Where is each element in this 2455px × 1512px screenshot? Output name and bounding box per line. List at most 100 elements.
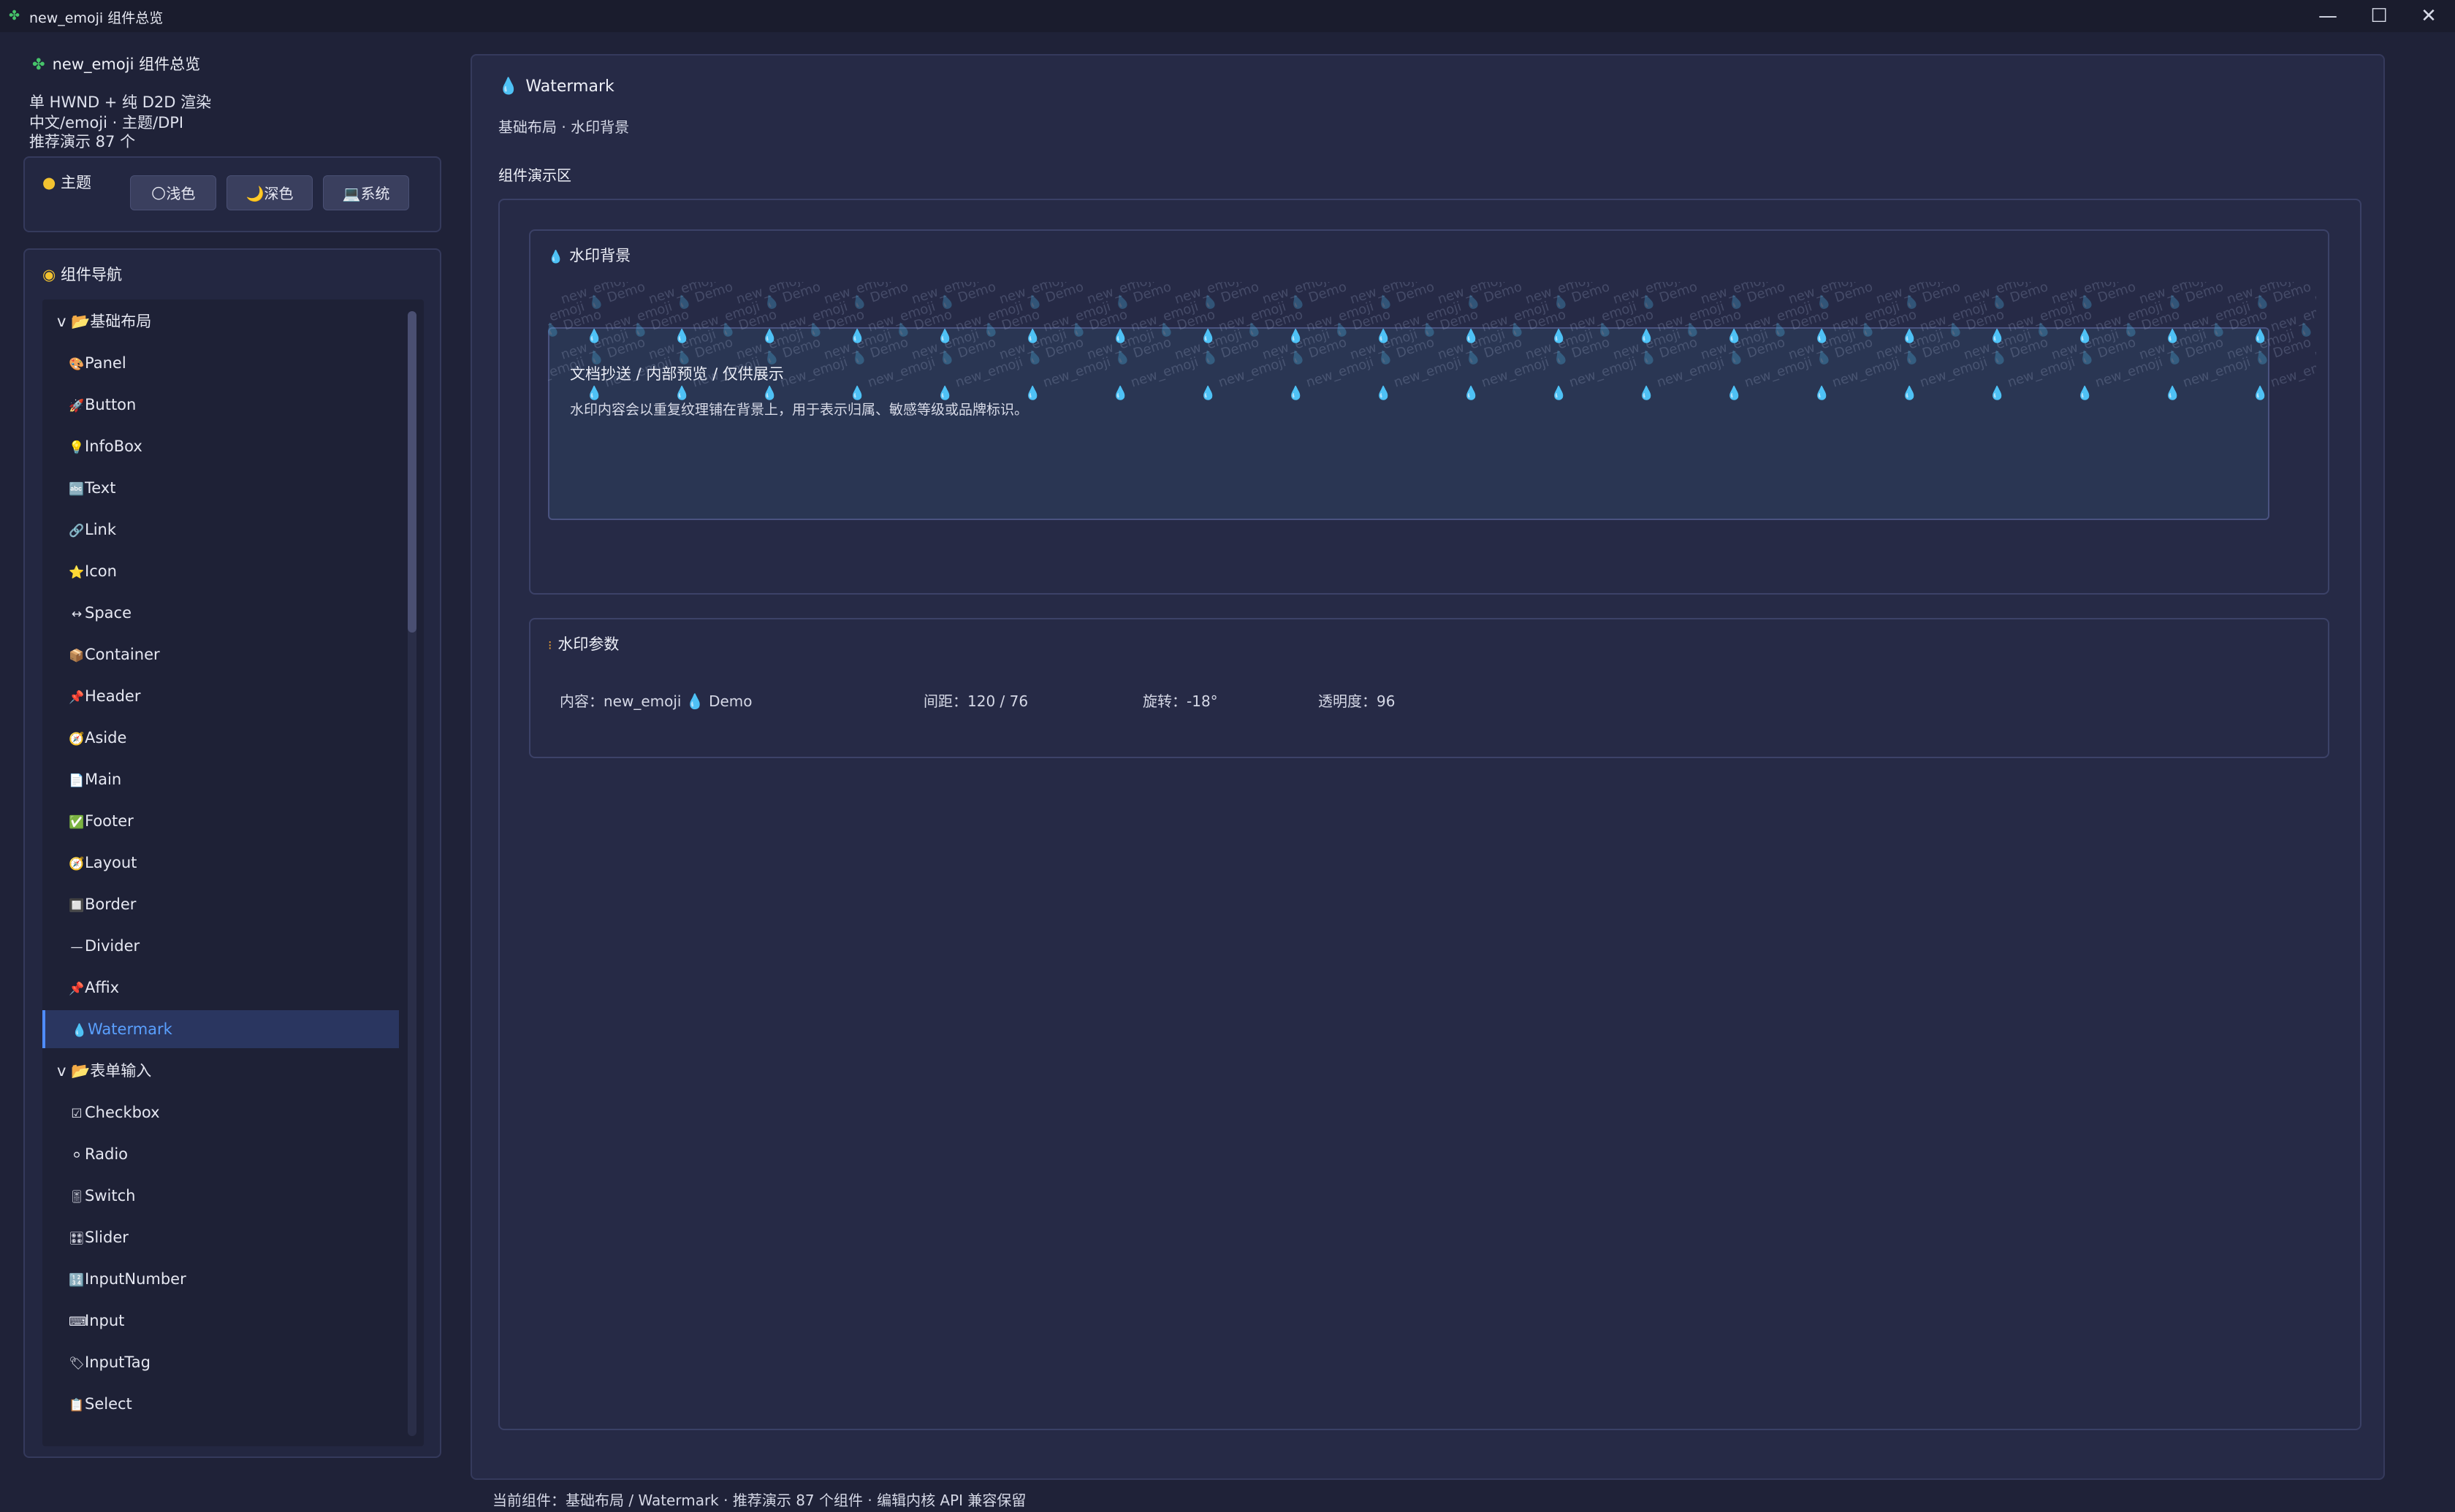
watermark-card-title: 💧 水印背景	[548, 244, 631, 266]
nav-item-slider[interactable]: 🎛Slider	[42, 1218, 399, 1256]
watermark-icon: 💧	[72, 1023, 88, 1038]
watermark-droplet-icon: 💧	[586, 328, 602, 344]
nav-item-label: Slider	[85, 1229, 129, 1246]
close-button[interactable]: ✕	[2407, 3, 2451, 29]
button-icon: 🚀	[69, 399, 85, 413]
nav-item-label: Aside	[85, 729, 127, 747]
nav-item-input[interactable]: ⌨Input	[42, 1302, 399, 1340]
nav-item-label: InputNumber	[85, 1270, 186, 1288]
nav-item-link[interactable]: 🔗Link	[42, 511, 399, 549]
nav-item-layout[interactable]: 🧭Layout	[42, 844, 399, 882]
watermark-droplet-icon: 💧	[1463, 328, 1479, 344]
droplet-icon: 💧	[498, 77, 519, 96]
nav-item-footer[interactable]: ✅Footer	[42, 802, 399, 840]
nav-item-label: Space	[85, 604, 132, 622]
param-rotation: 旋转：-18°	[1143, 692, 1218, 710]
maximize-button[interactable]: ☐	[2357, 3, 2401, 29]
nav-item-button[interactable]: 🚀Button	[42, 386, 399, 424]
nav-item-label: Switch	[85, 1187, 136, 1204]
nav-item-switch[interactable]: 🎚Switch	[42, 1177, 399, 1215]
nav-item-aside[interactable]: 🧭Aside	[42, 719, 399, 757]
nav-item-space[interactable]: ↔ Space	[42, 594, 399, 632]
watermark-droplet-icon: 💧	[1813, 328, 1830, 344]
watermark-droplet-icon: 💧	[1287, 385, 1303, 401]
theme-light-button[interactable]: 🌕浅色	[130, 175, 216, 210]
watermark-droplet-icon: 💧	[1726, 385, 1742, 401]
nav-group-label: v 📂表单输入	[57, 1062, 152, 1080]
theme-system-label: 系统	[360, 185, 390, 202]
text-icon: 🔤	[69, 482, 85, 497]
watermark-card-title-text: 水印背景	[569, 247, 631, 264]
watermark-droplet-icon: 💧	[1989, 328, 2005, 344]
watermark-card: 💧 水印背景 文档抄送 / 内部预览 / 仅供展示 水印内容会以重复纹理铺在背景上…	[529, 229, 2329, 595]
watermark-droplet-icon: 💧	[1024, 385, 1040, 401]
space-icon: ↔	[71, 607, 83, 622]
link-icon: 🔗	[69, 524, 85, 538]
watermark-droplet-icon: 💧	[761, 328, 777, 344]
nav-item-checkbox[interactable]: ☑ Checkbox	[42, 1093, 399, 1131]
sidebar-info-line: 推荐演示 87 个	[29, 133, 136, 150]
divider-icon: —	[70, 940, 83, 955]
main-icon: 📄	[69, 774, 85, 788]
watermark-droplet-icon: 💧	[849, 328, 865, 344]
nav-title: ◉ 组件导航	[42, 263, 122, 285]
watermark-droplet-icon: 💧	[937, 385, 953, 401]
nav-item-container[interactable]: 📦Container	[42, 635, 399, 673]
nav-item-divider[interactable]: — Divider	[42, 927, 399, 965]
aside-icon: 🧭	[69, 732, 85, 747]
nav-item-label: Divider	[85, 937, 140, 955]
watermark-droplet-icon: 💧	[1989, 385, 2005, 401]
watermark-droplet-icon: 💧	[1112, 328, 1128, 344]
nav-item-label: Link	[85, 521, 117, 538]
watermark-droplet-icon: 💧	[674, 385, 690, 401]
radio-icon: ⚪	[71, 1148, 83, 1163]
inputtag-icon: 🏷	[69, 1356, 85, 1371]
watermark-droplet-icon: 💧	[1550, 385, 1567, 401]
nav-scrollbar[interactable]	[408, 311, 416, 1436]
nav-item-text[interactable]: 🔤Text	[42, 469, 399, 507]
nav-item-inputtag[interactable]: 🏷InputTag	[42, 1343, 399, 1381]
nav-item-border[interactable]: 🔲Border	[42, 885, 399, 923]
nav-item-infobox[interactable]: 💡InfoBox	[42, 427, 399, 465]
input-icon: ⌨	[69, 1315, 87, 1329]
nav-item-label: Container	[85, 646, 160, 663]
nav-item-main[interactable]: 📄Main	[42, 760, 399, 798]
sidebar-info-line: 单 HWND + 纯 D2D 渲染	[29, 93, 212, 111]
demo-area-label: 组件演示区	[498, 167, 571, 184]
nav-scroll-thumb[interactable]	[408, 311, 416, 633]
param-content: 内容：new_emoji 💧 Demo	[560, 692, 753, 710]
nav-item-watermark[interactable]: 💧Watermark	[42, 1010, 399, 1048]
nav-item-label: Select	[85, 1395, 132, 1413]
nav-item-label: InputTag	[85, 1353, 151, 1371]
watermark-droplet-icon: 💧	[937, 328, 953, 344]
nav-group-v[interactable]: v 📂表单输入	[42, 1052, 414, 1090]
theme-system-button[interactable]: 💻系统	[323, 175, 409, 210]
watermark-droplet-icon: 💧	[1901, 328, 1917, 344]
main-panel: 💧 Watermark 基础布局 · 水印背景 组件演示区 💧 水印背景 文档抄送 …	[471, 54, 2385, 1480]
theme-dark-button[interactable]: 🌙深色	[227, 175, 313, 210]
moon-icon: 🌙	[246, 185, 264, 202]
nav-item-icon[interactable]: ⭐Icon	[42, 552, 399, 590]
nav-item-header[interactable]: 📌Header	[42, 677, 399, 715]
slider-icon: 🎛	[69, 1232, 85, 1246]
nav-item-affix[interactable]: 📌Affix	[42, 969, 399, 1007]
nav-group-v[interactable]: v 📂基础布局	[42, 302, 414, 340]
breadcrumb: 基础布局 · 水印背景	[498, 118, 630, 136]
border-icon: 🔲	[69, 898, 85, 913]
nav-tree[interactable]: 📋Select 🏷InputTag ⌨Input 🔢InputNumber 🎛Slide…	[42, 299, 424, 1446]
nav-title-text: 组件导航	[61, 266, 123, 283]
nav-panel: ◉ 组件导航 📋Select 🏷InputTag ⌨Input 🔢InputNumbe…	[23, 248, 441, 1458]
inputnumber-icon: 🔢	[69, 1273, 85, 1288]
theme-light-label: 浅色	[166, 185, 196, 202]
theme-label: ● 主题	[42, 171, 91, 193]
minimize-button[interactable]: —	[2306, 3, 2350, 29]
checkbox-icon: ☑	[71, 1107, 83, 1121]
nav-item-label: Icon	[85, 562, 117, 580]
nav-item-inputnumber[interactable]: 🔢InputNumber	[42, 1260, 399, 1298]
nav-item-panel[interactable]: 🎨Panel	[42, 344, 399, 382]
nav-item-select[interactable]: 📋Select	[42, 1385, 399, 1423]
watermark-droplet-icon: 💧	[2252, 385, 2268, 401]
panel-icon: 🎨	[69, 357, 85, 372]
status-bar: 当前组件：基础布局 / Watermark · 推荐演示 87 个组件 · 编辑…	[492, 1492, 1027, 1509]
nav-item-radio[interactable]: ⚪ Radio	[42, 1135, 399, 1173]
